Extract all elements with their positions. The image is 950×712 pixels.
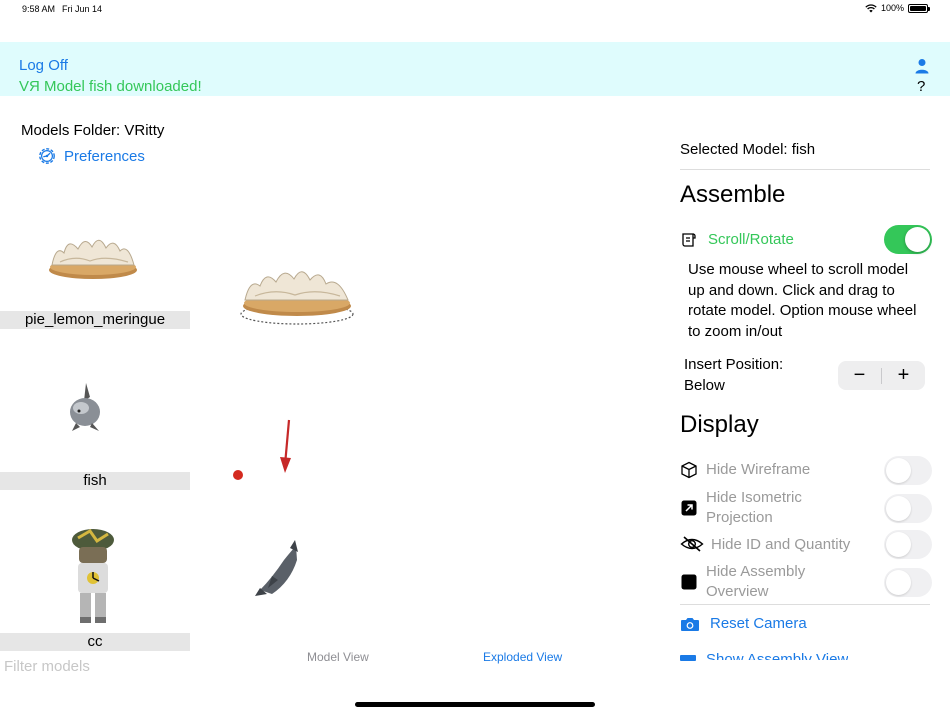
square-fill-icon: [681, 574, 697, 590]
display-option-label: Hide Isometric Projection: [706, 489, 802, 526]
insert-position-stepper[interactable]: − +: [838, 361, 925, 390]
model-list-item[interactable]: pie_lemon_meringue: [0, 215, 190, 330]
hide-assembly-overview-toggle[interactable]: [884, 568, 932, 597]
battery-icon: [908, 3, 930, 13]
top-banner: Log Off VЯ Model fish downloaded! ?: [0, 42, 950, 96]
arrow-up-right-square-icon: [681, 500, 697, 516]
cc-thumbnail: [72, 529, 114, 623]
fish-thumbnail: [70, 383, 100, 431]
instructions-text: Use mouse wheel to scroll model up and d…: [688, 261, 917, 340]
model-name: pie_lemon_meringue: [0, 311, 190, 329]
scroll-rotate-toggle[interactable]: [884, 225, 932, 254]
show-assembly-view-button[interactable]: Show Assembly View: [706, 652, 848, 660]
tab-exploded-view[interactable]: Exploded View: [483, 650, 562, 664]
model-name: cc: [0, 633, 190, 651]
model-list-item[interactable]: cc: [0, 525, 190, 652]
hide-id-quantity-toggle[interactable]: [884, 530, 932, 559]
model-list-item[interactable]: fish: [0, 375, 190, 491]
pivot-point: [233, 470, 243, 480]
gear-icon: [39, 148, 55, 164]
help-button[interactable]: ?: [917, 78, 925, 95]
pie-thumbnail: [49, 239, 137, 279]
eye-slash-icon: [680, 536, 704, 552]
status-date: Fri Jun 14: [62, 4, 103, 14]
hide-wireframe-toggle[interactable]: [884, 456, 932, 485]
model-name: fish: [0, 472, 190, 490]
divider: [680, 169, 930, 170]
person-icon[interactable]: [914, 58, 930, 74]
display-title: Display: [680, 411, 759, 438]
battery-percent: 100%: [880, 3, 904, 13]
display-option-label: Hide ID and Quantity: [711, 536, 851, 553]
status-time: 9:58 AM: [22, 4, 56, 14]
viewport-scene: [233, 271, 354, 596]
fish-model: [255, 540, 298, 596]
wifi-icon: [865, 3, 877, 12]
log-off-button[interactable]: Log Off: [19, 57, 68, 74]
pie-model: [240, 271, 354, 325]
cube-icon: [681, 461, 697, 479]
insert-arrow: [280, 419, 291, 473]
display-option-label: Hide Wireframe: [706, 461, 811, 478]
assemble-title: Assemble: [680, 181, 786, 208]
tab-model-view[interactable]: Model View: [307, 650, 369, 664]
divider: [680, 604, 930, 605]
status-bar: 9:58 AM Fri Jun 14 100%: [0, 0, 950, 18]
3d-viewport[interactable]: [200, 120, 660, 650]
scroll-rotate-label: Scroll/Rotate: [708, 231, 794, 248]
filter-models-input[interactable]: [4, 658, 189, 675]
hide-isometric-toggle[interactable]: [884, 494, 932, 523]
stepper-minus-button[interactable]: −: [838, 361, 881, 390]
camera-icon[interactable]: [680, 615, 700, 633]
display-option-label: Hide Assembly Overview: [706, 563, 806, 600]
preferences-button[interactable]: Preferences: [38, 147, 145, 165]
insert-position-label: Insert Position: Below: [684, 356, 784, 394]
reset-camera-button[interactable]: Reset Camera: [710, 615, 807, 632]
preferences-label: Preferences: [64, 147, 145, 165]
home-indicator: [355, 702, 595, 707]
stepper-plus-button[interactable]: +: [882, 361, 925, 390]
download-status-message: VЯ Model fish downloaded!: [19, 78, 202, 95]
assembly-view-icon: [680, 655, 696, 661]
scroll-icon: [682, 233, 696, 247]
selected-model-label: Selected Model: fish: [680, 141, 816, 158]
models-folder-label: Models Folder: VRitty: [21, 122, 165, 139]
